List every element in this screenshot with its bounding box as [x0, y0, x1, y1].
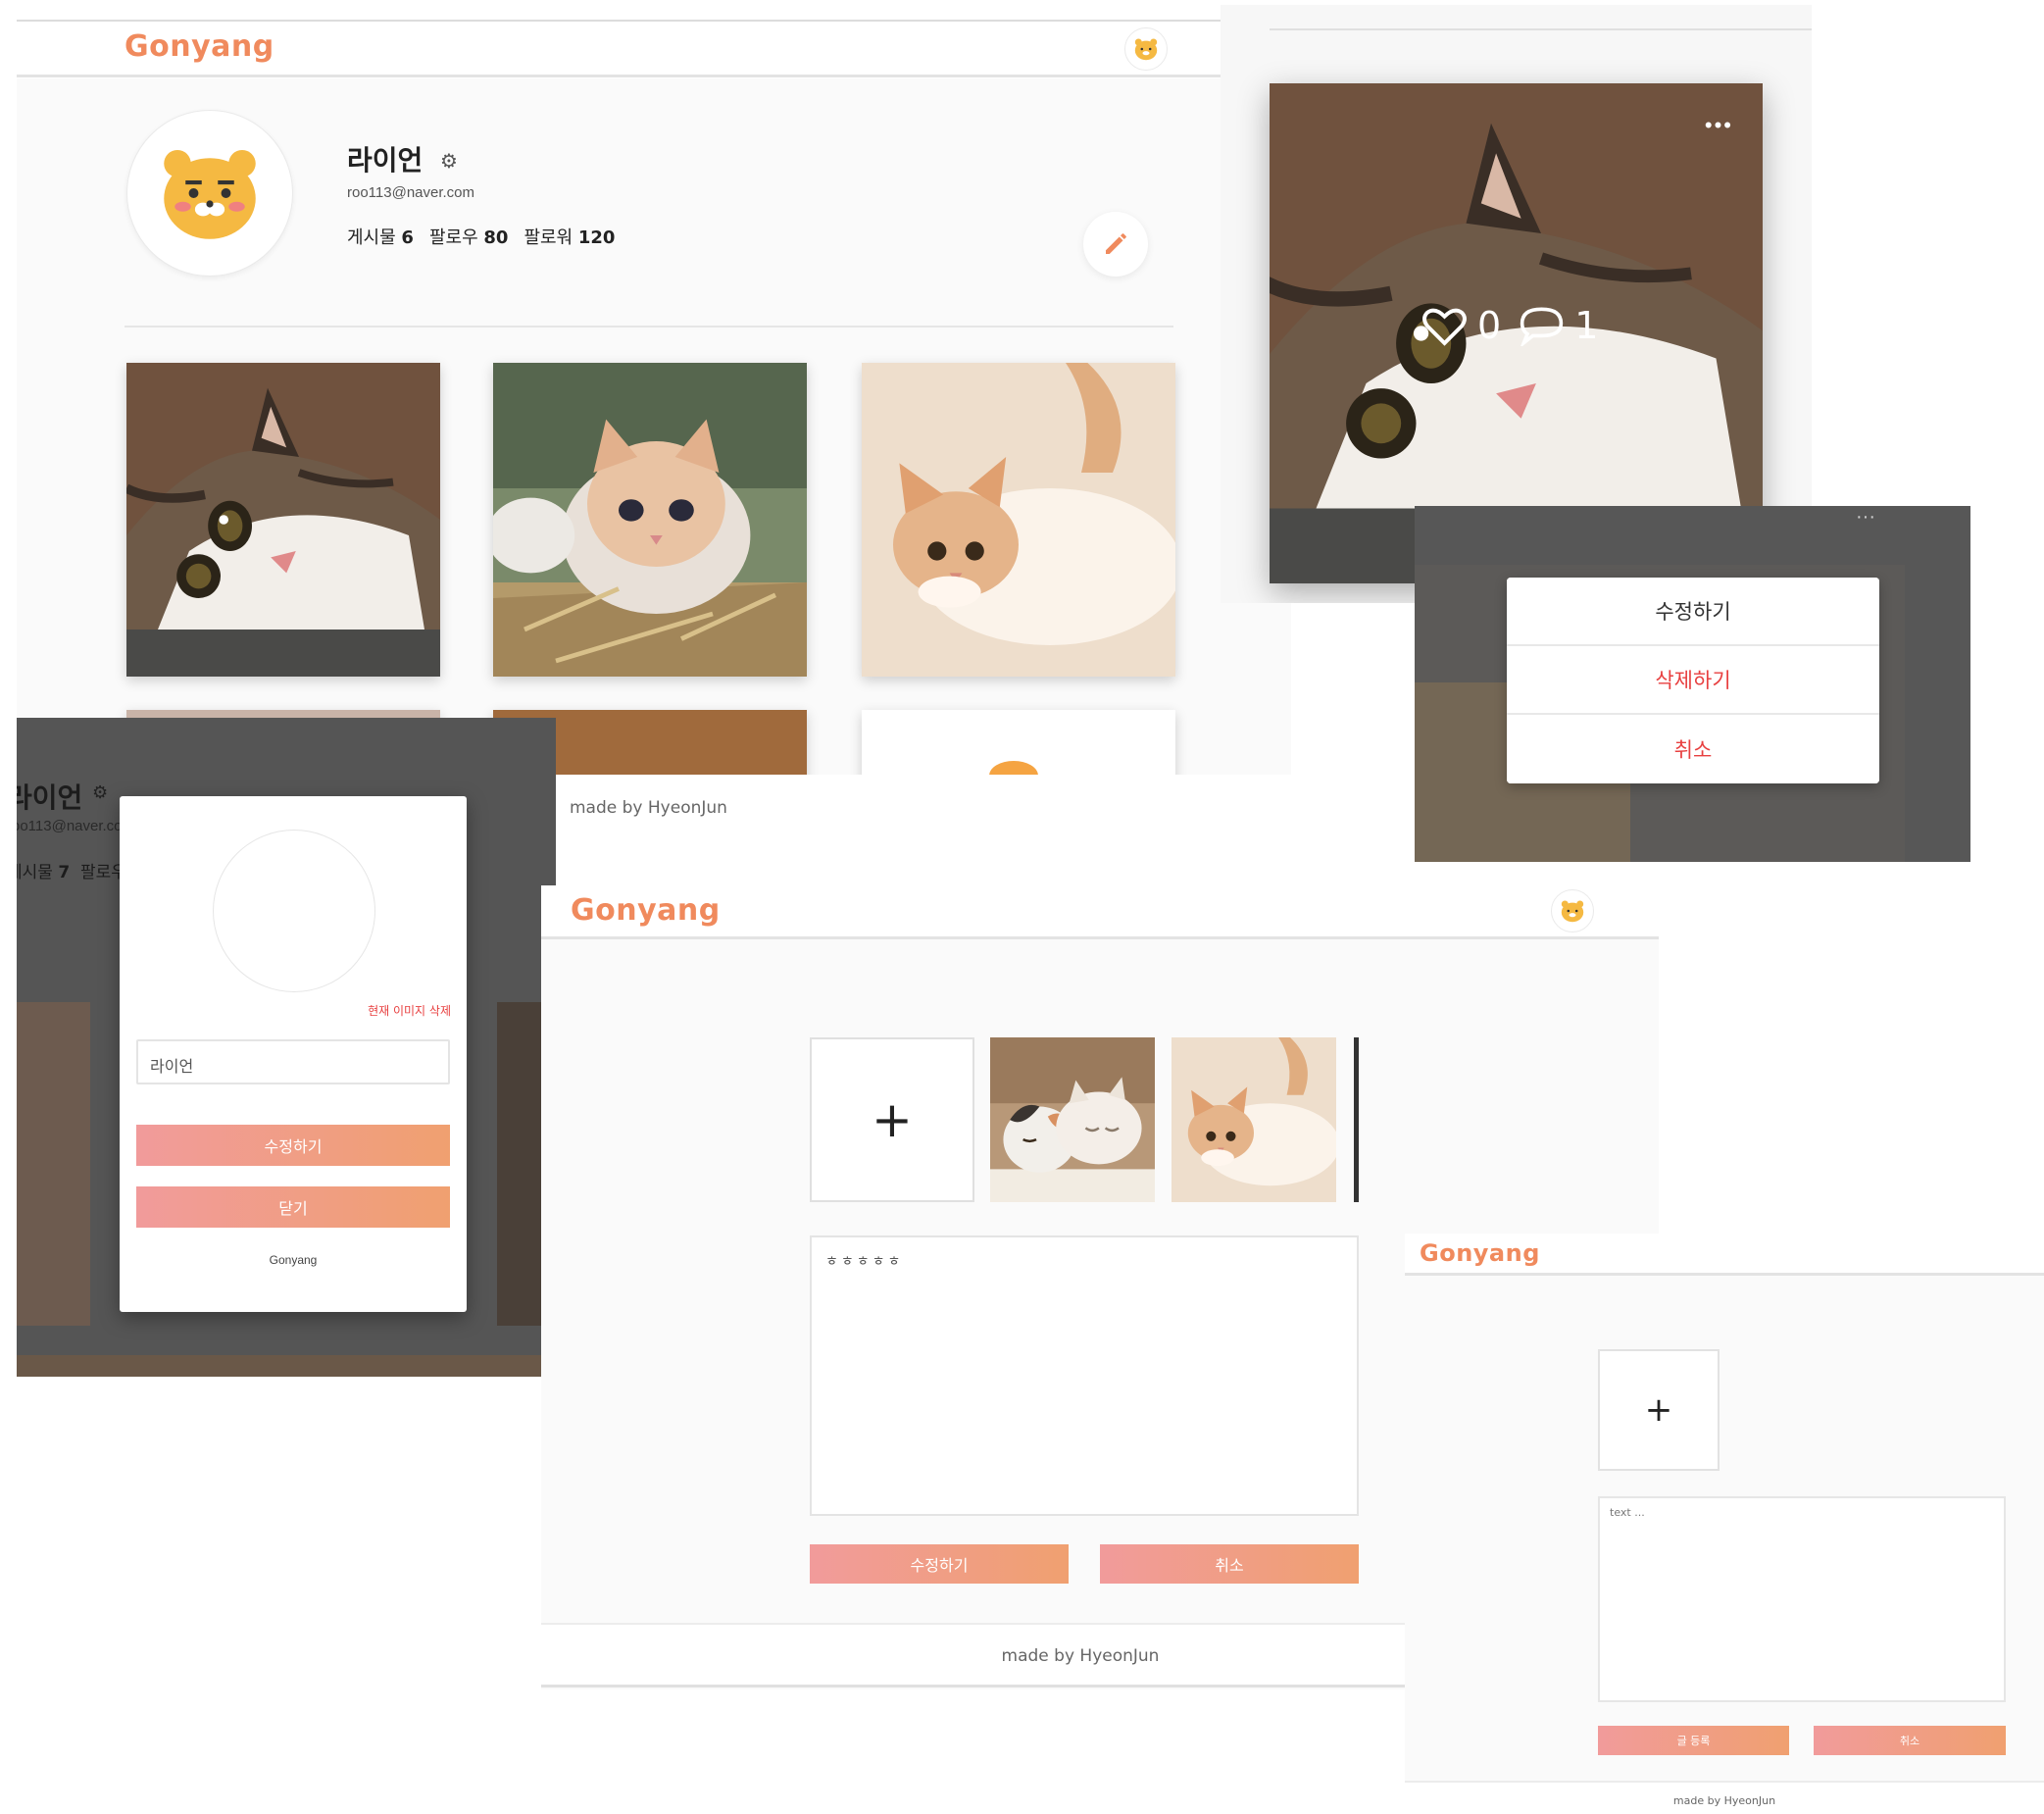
heart-icon[interactable] [1421, 305, 1468, 347]
add-image-button[interactable]: + [1598, 1349, 1720, 1471]
new-post-page-screenshot: Gonyang + text ... 글 등록 취소 made by Hyeon… [1405, 1234, 2044, 1814]
ryan-avatar-icon [1561, 900, 1584, 923]
add-image-button[interactable]: + [810, 1037, 974, 1202]
profile-avatar[interactable] [126, 110, 293, 277]
more-options-button[interactable]: ··· [1856, 506, 1875, 529]
header-bar: Gonyang [17, 22, 1237, 78]
post-text-area[interactable]: text ... [1598, 1496, 2006, 1702]
publish-post-button[interactable]: 글 등록 [1598, 1726, 1789, 1755]
header-avatar[interactable] [1551, 889, 1594, 932]
brand-logo[interactable]: Gonyang [125, 29, 274, 64]
gear-icon: ⚙ [92, 782, 109, 802]
stat-following[interactable]: 팔로우 80 [429, 224, 508, 249]
menu-delete[interactable]: 삭제하기 [1507, 646, 1879, 715]
ryan-avatar-icon [164, 150, 256, 239]
footer-credit: made by HyeonJun [570, 798, 727, 818]
name-input[interactable]: 라이언 [136, 1039, 450, 1084]
submit-profile-button[interactable]: 수정하기 [136, 1125, 450, 1166]
close-modal-button[interactable]: 닫기 [136, 1186, 450, 1228]
upload-preview[interactable] [1172, 1037, 1336, 1202]
post-thumbnail[interactable] [493, 363, 807, 677]
like-count: 0 [1477, 304, 1502, 347]
pencil-icon [1106, 233, 1126, 254]
header-bar: Gonyang [541, 885, 1659, 938]
bg-username: 라이언 [17, 781, 83, 814]
plus-icon: + [872, 1091, 913, 1148]
cancel-button[interactable]: 취소 [1100, 1544, 1359, 1584]
bg-email: roo113@naver.com [17, 818, 135, 834]
menu-edit[interactable]: 수정하기 [1507, 578, 1879, 646]
profile-stats: 게시물 6 팔로우 80 팔로워 120 [347, 224, 615, 249]
cancel-button[interactable]: 취소 [1814, 1726, 2006, 1755]
modal-brand: Gonyang [269, 1253, 318, 1267]
modal-avatar-placeholder[interactable] [213, 830, 375, 992]
post-reactions: 0 1 [1421, 304, 1598, 347]
plus-icon: + [1644, 1390, 1673, 1430]
ryan-avatar-icon [1134, 38, 1158, 61]
profile-page-screenshot: Gonyang 라이언 ⚙ roo113@naver.com 게시물 6 팔로우… [17, 20, 1291, 775]
action-menu-screenshot: ··· 수정하기 삭제하기 취소 [1415, 506, 1970, 862]
edit-profile-button[interactable] [1083, 212, 1148, 277]
header-avatar[interactable] [1124, 27, 1168, 71]
stat-posts[interactable]: 게시물 6 [347, 224, 414, 249]
bg-stats: 게시물 7 팔로우 [17, 863, 126, 882]
edit-profile-modal: 현재 이미지 삭제 라이언 수정하기 닫기 Gonyang [120, 796, 467, 1312]
delete-image-link[interactable]: 현재 이미지 삭제 [368, 1002, 451, 1019]
edit-profile-modal-screenshot: 라이언 ⚙ roo113@naver.com 게시물 7 팔로우 현재 이미지 … [17, 718, 556, 1377]
brand-logo[interactable]: Gonyang [571, 893, 721, 928]
post-thumbnail[interactable] [126, 363, 440, 677]
profile-footer-bar: made by HyeonJun [555, 775, 1290, 863]
post-thumbnail[interactable] [862, 710, 1175, 775]
stat-followers[interactable]: 팔로워 120 [523, 224, 615, 249]
header-bar: Gonyang [1405, 1234, 2044, 1273]
comment-icon[interactable] [1519, 305, 1565, 346]
profile-email: roo113@naver.com [347, 184, 475, 201]
footer-credit: made by HyeonJun [1672, 1794, 1776, 1807]
upload-preview[interactable] [990, 1037, 1155, 1202]
post-text-area[interactable]: ㅎㅎㅎㅎㅎ [810, 1235, 1359, 1516]
post-thumbnail[interactable] [862, 363, 1175, 677]
gear-icon[interactable]: ⚙ [440, 149, 458, 174]
more-options-button[interactable]: ••• [1705, 113, 1733, 138]
submit-post-button[interactable]: 수정하기 [810, 1544, 1069, 1584]
footer-bar: made by HyeonJun [1405, 1781, 2044, 1814]
action-menu: 수정하기 삭제하기 취소 [1507, 578, 1879, 783]
profile-username: 라이언 [347, 144, 424, 176]
preview-scrollbar[interactable] [1354, 1037, 1359, 1202]
comment-count: 1 [1574, 304, 1599, 347]
menu-cancel[interactable]: 취소 [1507, 715, 1879, 783]
brand-logo[interactable]: Gonyang [1420, 1239, 1540, 1267]
